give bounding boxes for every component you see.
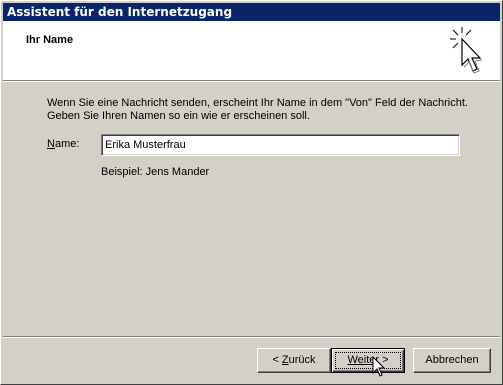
cancel-button-label: Abbrechen	[425, 354, 479, 366]
back-button-text: urück	[288, 354, 316, 366]
example-text: Beispiel: Jens Mander	[101, 166, 210, 178]
back-button[interactable]: < Zurück	[257, 348, 331, 373]
window-title: Assistent für den Internetzugang	[7, 5, 233, 19]
description-line-1: Wenn Sie eine Nachricht senden, erschein…	[47, 97, 468, 109]
back-button-prefix: <	[272, 354, 282, 366]
focus-rectangle	[335, 352, 401, 369]
name-input[interactable]: Erika Musterfrau	[101, 134, 460, 156]
back-button-accelerator: Z	[281, 354, 289, 366]
mouse-pointer-icon	[372, 356, 386, 377]
name-label: Name:	[47, 138, 79, 150]
name-label-text: ame:	[54, 138, 80, 150]
page-title: Ihr Name	[26, 34, 74, 46]
description-text: Wenn Sie eine Nachricht senden, erschein…	[47, 97, 477, 123]
description-line-2: Geben Sie Ihren Namen so ein wie er ersc…	[47, 110, 310, 122]
cancel-button[interactable]: Abbrechen	[413, 348, 491, 373]
footer-separator	[3, 336, 500, 338]
wizard-header: Ihr Name	[3, 21, 500, 80]
wizard-window: Assistent für den Internetzugang Ihr Nam…	[0, 0, 503, 385]
window-titlebar[interactable]: Assistent für den Internetzugang	[3, 3, 500, 21]
wizard-cursor-icon	[450, 27, 483, 74]
next-button[interactable]: Weiter >	[331, 348, 405, 373]
name-input-value: Erika Musterfrau	[105, 139, 186, 151]
header-separator	[3, 80, 500, 82]
name-label-accelerator: N	[47, 138, 55, 150]
